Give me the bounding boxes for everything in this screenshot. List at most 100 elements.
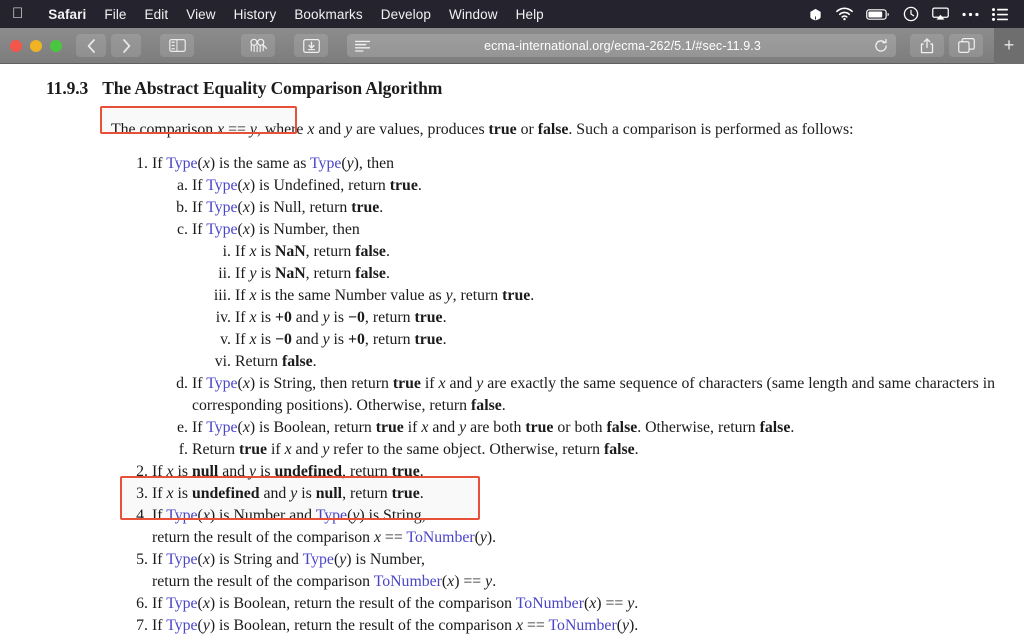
control-center-icon[interactable] (992, 7, 1008, 21)
step-1c-sublist: i. If x is NaN, return false. ii. If y i… (192, 241, 1000, 373)
step-3: 3. If x is undefined and y is null, retu… (136, 483, 1000, 505)
tab-overview-button[interactable] (949, 34, 983, 57)
step-1c-iv-text: If x is +0 and y is −0, return true. (235, 308, 447, 326)
step-7: 7. If Type(y) is Boolean, return the res… (136, 615, 1000, 637)
step-1a-text: If Type(x) is Undefined, return true. (192, 176, 422, 194)
step-1c-ii-text: If y is NaN, return false. (235, 264, 390, 282)
step-1c-vi: vi. Return false. (215, 351, 1000, 373)
step-4-marker: 4. (136, 506, 148, 524)
step-1-text: If Type(x) is the same as Type(y), then (152, 154, 395, 172)
privacy-report-button[interactable] (241, 34, 275, 57)
step-1c-ii: ii. If y is NaN, return false. (218, 263, 1000, 285)
reader-view-icon[interactable] (355, 40, 371, 52)
step-4: 4. If Type(x) is Number and Type(y) is S… (136, 505, 1000, 549)
step-1c-v: v. If x is −0 and y is +0, return true. (220, 329, 1000, 351)
step-1c: c. If Type(x) is Number, then i. If x is… (177, 219, 1000, 373)
sidebar-toggle-button[interactable] (160, 34, 194, 57)
menu-item-develop[interactable]: Develop (372, 7, 440, 22)
step-1f-text: Return true if x and y refer to the same… (192, 440, 639, 458)
step-1d-text: If Type(x) is String, then return true i… (192, 374, 996, 414)
step-1a-marker: a. (177, 176, 188, 194)
step-6-marker: 6. (136, 594, 148, 612)
step-1-marker: 1. (136, 154, 148, 172)
step-1-sublist: a. If Type(x) is Undefined, return true.… (152, 175, 1000, 461)
step-1c-marker: c. (177, 220, 188, 238)
step-1c-i-marker: i. (222, 242, 231, 260)
step-1b-marker: b. (176, 198, 188, 216)
menu-item-window[interactable]: Window (440, 7, 507, 22)
step-2: 2. If x is null and y is undefined, retu… (136, 461, 1000, 483)
menu-item-help[interactable]: Help (507, 7, 553, 22)
step-1c-iii-marker: iii. (213, 286, 231, 304)
new-tab-button[interactable]: + (994, 27, 1024, 64)
share-button[interactable] (910, 34, 944, 57)
step-1c-ii-marker: ii. (218, 264, 231, 282)
section-title: The Abstract Equality Comparison Algorit… (102, 78, 443, 98)
step-4-continuation: return the result of the comparison x ==… (152, 528, 497, 546)
battery-icon[interactable] (866, 8, 890, 21)
web-page-content: 11.9.3 The Abstract Equality Comparison A… (0, 64, 1024, 640)
menu-item-history[interactable]: History (225, 7, 286, 22)
address-bar-url[interactable]: ecma-international.org/ecma-262/5.1/#sec… (371, 39, 874, 53)
wifi-icon[interactable] (836, 7, 853, 21)
clock-icon[interactable] (903, 6, 919, 22)
reload-icon[interactable] (874, 38, 888, 53)
step-1c-iv: iv. If x is +0 and y is −0, return true. (216, 307, 1000, 329)
intro-paragraph: The comparison x == y, where x and y are… (24, 119, 1000, 141)
menu-item-safari[interactable]: Safari (39, 7, 95, 22)
step-1e-text: If Type(x) is Boolean, return true if x … (192, 418, 795, 436)
step-1f-marker: f. (178, 440, 188, 458)
page-title: 11.9.3 The Abstract Equality Comparison A… (24, 78, 1000, 99)
apple-logo-icon[interactable]:  (12, 6, 23, 21)
dropbox-icon[interactable] (808, 7, 823, 22)
step-1a: a. If Type(x) is Undefined, return true. (177, 175, 1000, 197)
safari-toolbar: ecma-international.org/ecma-262/5.1/#sec… (0, 27, 1024, 64)
step-1c-i-text: If x is NaN, return false. (235, 242, 390, 260)
step-1c-text: If Type(x) is Number, then (192, 220, 360, 238)
step-1e: e. If Type(x) is Boolean, return true if… (177, 417, 1000, 439)
toolbar-right-group: + (910, 27, 1024, 64)
menu-item-edit[interactable]: Edit (136, 7, 178, 22)
intro-highlight-text: The comparison x == y, (111, 121, 261, 138)
step-1: 1. If Type(x) is the same as Type(y), th… (136, 153, 1000, 461)
downloads-button[interactable] (294, 34, 328, 57)
step-1c-iv-marker: iv. (215, 308, 231, 326)
step-1c-vi-marker: vi. (214, 352, 231, 370)
menu-item-bookmarks[interactable]: Bookmarks (285, 7, 371, 22)
step-3-text: If x is undefined and y is null, return … (152, 484, 424, 502)
close-window-button[interactable] (10, 39, 22, 52)
intro-rest-text: where x and y are values, produces true … (260, 121, 854, 138)
menu-item-view[interactable]: View (177, 7, 224, 22)
step-7-marker: 7. (136, 616, 148, 634)
back-button[interactable] (76, 34, 106, 57)
macos-menu-bar:  Safari File Edit View History Bookmark… (0, 0, 1024, 28)
step-5-marker: 5. (136, 550, 148, 568)
step-1b: b. If Type(x) is Null, return true. (176, 197, 1000, 219)
airplay-icon[interactable] (932, 7, 949, 21)
step-1d-marker: d. (176, 374, 188, 392)
step-2-text: If x is null and y is undefined, return … (152, 462, 424, 480)
step-1c-v-text: If x is −0 and y is +0, return true. (235, 330, 447, 348)
step-3-marker: 3. (136, 484, 148, 502)
step-5-continuation: return the result of the comparison ToNu… (152, 572, 497, 590)
section-number: 11.9.3 (46, 78, 89, 98)
minimize-window-button[interactable] (30, 39, 42, 52)
step-1c-vi-text: Return false. (235, 352, 317, 370)
step-2-marker: 2. (136, 462, 148, 480)
step-1c-i: i. If x is NaN, return false. (223, 241, 1000, 263)
step-7-text: If Type(y) is Boolean, return the result… (152, 616, 639, 634)
step-6-text: If Type(x) is Boolean, return the result… (152, 594, 639, 612)
step-1c-iii: iii. If x is the same Number value as y,… (214, 285, 1000, 307)
address-bar[interactable]: ecma-international.org/ecma-262/5.1/#sec… (347, 34, 896, 57)
window-traffic-lights (10, 39, 62, 52)
zoom-window-button[interactable] (50, 39, 62, 52)
step-1b-text: If Type(x) is Null, return true. (192, 198, 384, 216)
algorithm-steps-list: 1. If Type(x) is the same as Type(y), th… (24, 153, 1000, 637)
ellipsis-icon[interactable] (962, 12, 979, 17)
forward-button[interactable] (111, 34, 141, 57)
step-1d: d. If Type(x) is String, then return tru… (176, 373, 1000, 417)
step-1c-v-marker: v. (220, 330, 231, 348)
menu-bar-status-area (808, 6, 1014, 22)
step-5: 5. If Type(x) is String and Type(y) is N… (136, 549, 1000, 593)
menu-item-file[interactable]: File (95, 7, 135, 22)
